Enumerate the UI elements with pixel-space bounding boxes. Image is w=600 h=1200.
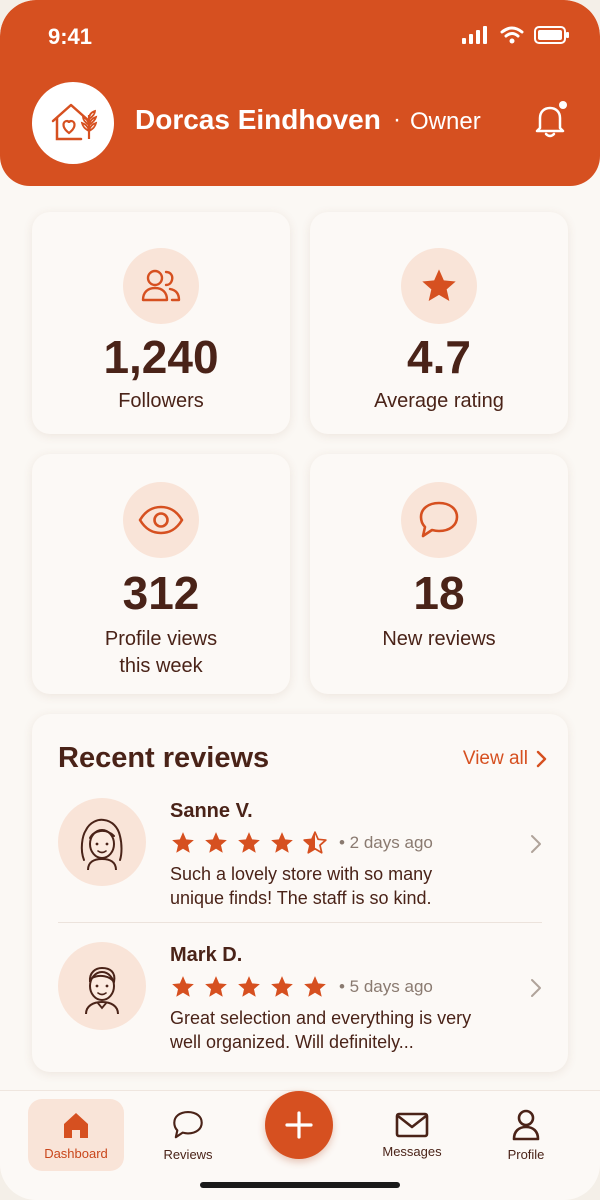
chevron-right-icon [531,835,541,853]
phone-screen: 9:41 Dorcas Eindhoven · Owner 1,240 Foll… [0,0,600,1200]
reviewer-avatar [58,798,146,886]
reviewer-name: Mark D. [170,944,243,966]
nav-profile-label: Profile [507,1146,545,1162]
reviewer-avatar [58,942,146,1030]
signal-icon [462,26,487,44]
plus-icon [285,1111,313,1139]
star-icon [271,832,293,853]
star-icon [271,976,293,997]
review-time: • 2 days ago [339,833,433,852]
star-icon [172,976,194,997]
star-icon [172,832,194,853]
recent-reviews-title: Recent reviews [58,742,270,774]
stat-icon-badge [401,482,477,558]
stat-icon-badge [123,248,199,324]
followers-label: Followers [118,390,204,412]
rating-stars: • 2 days ago [170,830,433,856]
chat-bubble-icon [419,501,459,538]
woman-avatar-icon [80,818,123,871]
review-time: • 5 days ago [339,977,433,996]
add-button[interactable] [265,1091,333,1159]
profile-views-count: 312 [122,567,200,619]
star-icon [238,976,260,997]
star-half-icon [303,831,327,854]
review-divider [58,922,542,923]
followers-count: 1,240 [103,331,219,383]
new-reviews-count: 18 [413,567,465,619]
review-text: Great selection and everything is very w… [170,1008,472,1052]
profile-views-label-line2: this week [119,655,203,677]
nav-dashboard-label: Dashboard [44,1145,108,1161]
review-item[interactable]: Sanne V. • 2 days ago Such a lovely stor… [58,798,542,926]
status-icons [462,26,570,44]
stat-card-new-reviews[interactable]: 18 New reviews [310,454,568,694]
view-all-label: View all [462,748,528,769]
home-icon [64,1112,88,1138]
average-rating-value: 4.7 [407,331,471,383]
star-icon [205,832,227,853]
nav-messages-label: Messages [382,1143,442,1159]
users-icon [141,269,181,302]
stat-icon-badge [401,248,477,324]
reviewer-name: Sanne V. [170,800,253,822]
star-icon [422,269,456,301]
nav-reviews-label: Reviews [163,1146,213,1162]
stat-card-rating[interactable]: 4.7 Average rating [310,212,568,434]
name-separator: · [393,106,401,133]
man-avatar-icon [85,967,119,1015]
star-icon [304,976,326,997]
home-heart-icon [51,103,98,141]
view-all-link[interactable]: View all [463,748,548,770]
owner-name: Dorcas Eindhoven [135,104,381,135]
chat-bubble-icon [173,1110,203,1138]
star-icon [238,832,260,853]
bell-icon [535,101,567,138]
chevron-right-icon [531,979,541,997]
store-logo[interactable] [32,82,114,164]
home-indicator [200,1182,400,1188]
nav-profile[interactable]: Profile [478,1099,574,1171]
nav-dashboard[interactable]: Dashboard [28,1099,124,1171]
profile-views-label-line1: Profile views [104,628,218,650]
review-text: Such a lovely store with so many unique … [170,864,433,908]
stat-icon-badge [123,482,199,558]
stat-card-followers[interactable]: 1,240 Followers [32,212,290,434]
nav-reviews[interactable]: Reviews [140,1099,236,1171]
star-icon [205,976,227,997]
owner-role: Owner [410,108,481,135]
average-rating-label: Average rating [374,390,504,412]
app-header: 9:41 Dorcas Eindhoven · Owner [0,0,600,186]
notifications-button[interactable] [530,100,570,140]
chevron-right-icon [536,750,547,768]
user-icon [512,1109,540,1140]
rating-stars: • 5 days ago [170,974,433,1000]
wifi-icon [500,26,524,44]
recent-reviews-card: Recent reviews View all Sanne V. • 2 day… [32,714,568,1072]
new-reviews-label: New reviews [382,628,496,650]
envelope-icon [395,1112,429,1137]
nav-messages[interactable]: Messages [364,1099,460,1171]
review-item[interactable]: Mark D. • 5 days ago Great selection and… [58,942,542,1070]
eye-icon [138,505,184,535]
battery-icon [534,26,569,44]
stat-card-profile-views[interactable]: 312 Profile views this week [32,454,290,694]
status-time: 9:41 [48,24,93,49]
